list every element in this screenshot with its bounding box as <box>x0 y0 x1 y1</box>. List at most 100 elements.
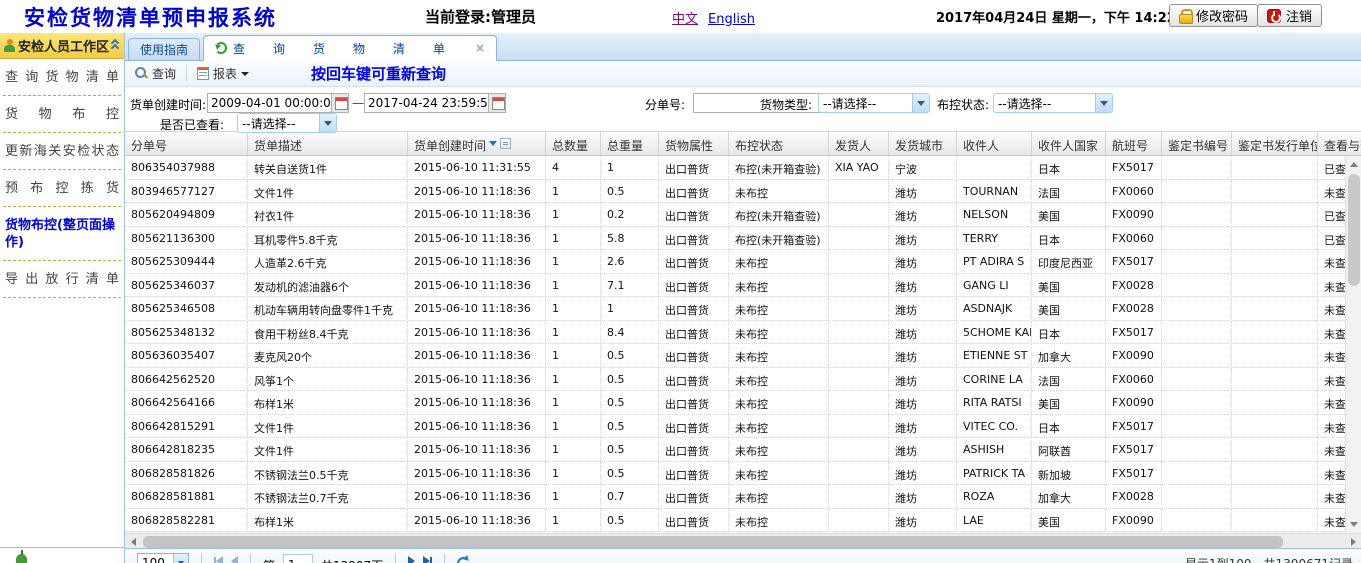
table-cell: 2015-06-10 11:18:36 <box>408 203 546 226</box>
table-cell: 2015-06-10 11:18:36 <box>408 509 546 532</box>
column-header-label: 航班号 <box>1112 137 1148 154</box>
first-page-button[interactable] <box>214 556 223 563</box>
table-row[interactable]: 806642815291文件1件2015-06-10 11:18:3610.5出… <box>125 415 1361 439</box>
horizontal-scroll-thumb[interactable] <box>143 536 1283 548</box>
column-header[interactable]: 货物属性 <box>659 132 729 155</box>
lang-chinese-link[interactable]: 中文 <box>672 12 698 27</box>
control-status-select[interactable]: --请选择-- <box>993 93 1113 113</box>
refresh-page-icon[interactable] <box>457 557 470 563</box>
scroll-up-icon[interactable] <box>1346 156 1361 172</box>
calendar-icon[interactable] <box>488 94 505 112</box>
table-cell: 潍坊 <box>889 344 957 367</box>
table-cell: 0.5 <box>601 462 659 485</box>
table-cell: 加拿大 <box>1032 344 1106 367</box>
page-size-value: 100 <box>138 556 173 563</box>
report-icon <box>197 67 209 80</box>
table-cell: 布控(未开箱查验) <box>729 156 829 179</box>
table-row[interactable]: 805621136300耳机零件5.8千克2015-06-10 11:18:36… <box>125 227 1361 251</box>
last-page-button[interactable] <box>423 556 432 563</box>
table-row[interactable]: 805620494809衬衣1件2015-06-10 11:18:3610.2出… <box>125 203 1361 227</box>
sidebar-item[interactable]: 查询货物清单 <box>3 59 121 96</box>
column-header[interactable]: 鉴定书编号 <box>1162 132 1232 155</box>
table-cell: 出口普货 <box>659 250 729 273</box>
tab-user-guide[interactable]: 使用指南 <box>128 38 200 60</box>
table-row[interactable]: 806642562520风筝1个2015-06-10 11:18:3610.5出… <box>125 368 1361 392</box>
refresh-icon[interactable] <box>215 42 227 54</box>
sidebar-header[interactable]: 安检人员工作区 <box>0 33 124 59</box>
column-menu-icon[interactable] <box>500 138 511 149</box>
date-from-input[interactable]: 2009-04-01 00:00:00 <box>207 93 349 113</box>
table-cell: 2015-06-10 11:18:36 <box>408 227 546 250</box>
table-cell <box>1232 227 1318 250</box>
query-button[interactable]: 查询 <box>132 63 179 84</box>
column-header[interactable]: 货单创建时间 <box>408 132 546 155</box>
table-row[interactable]: 805625309444人造革2.6千克2015-06-10 11:18:361… <box>125 250 1361 274</box>
calendar-icon[interactable] <box>331 94 348 112</box>
close-icon[interactable]: × <box>475 41 485 55</box>
table-cell: 0.5 <box>601 368 659 391</box>
column-header[interactable]: 查看与否 <box>1318 132 1361 155</box>
table-row[interactable]: 805625348132食用干粉丝8.4千克2015-06-10 11:18:3… <box>125 321 1361 345</box>
sidebar-item[interactable]: 货物布控 <box>3 96 121 133</box>
column-header[interactable]: 布控状态 <box>729 132 829 155</box>
column-header[interactable]: 货单描述 <box>248 132 408 155</box>
scroll-down-icon[interactable] <box>1346 517 1361 533</box>
column-header[interactable]: 收件人 <box>957 132 1032 155</box>
next-page-button[interactable] <box>408 556 415 563</box>
scroll-right-icon[interactable] <box>1346 534 1361 549</box>
table-cell: 不锈钢法兰0.5千克 <box>248 462 408 485</box>
column-header[interactable]: 鉴定书发行单位 <box>1232 132 1318 155</box>
column-header[interactable]: 总重量 <box>601 132 659 155</box>
change-password-button[interactable]: 修改密码 <box>1169 4 1258 27</box>
table-row[interactable]: 805625346508机动车辆用转向盘零件1千克2015-06-10 11:1… <box>125 297 1361 321</box>
page-size-select[interactable]: 100 <box>137 553 189 563</box>
horizontal-scrollbar[interactable] <box>125 533 1361 548</box>
column-header[interactable]: 发货人 <box>829 132 889 155</box>
table-cell: 出口普货 <box>659 227 729 250</box>
table-cell: 7.1 <box>601 274 659 297</box>
prev-page-button[interactable] <box>231 556 238 563</box>
viewed-select[interactable]: --请选择-- <box>237 113 337 133</box>
table-row[interactable]: 806828581826不锈钢法兰0.5千克2015-06-10 11:18:3… <box>125 462 1361 486</box>
report-button[interactable]: 报表 <box>194 63 252 84</box>
table-cell: 加拿大 <box>1032 485 1106 508</box>
sidebar-item[interactable]: 预布控拣货 <box>3 170 121 207</box>
vertical-scrollbar[interactable] <box>1345 156 1361 533</box>
sidebar-item[interactable]: 更新海关安检状态 <box>3 133 121 170</box>
table-cell: 未布控 <box>729 274 829 297</box>
tab-query-cargo-list[interactable]: 查询货物清单 × <box>203 35 497 61</box>
lang-english-link[interactable]: English <box>708 12 755 27</box>
column-header[interactable]: 分单号 <box>125 132 248 155</box>
sidebar-item[interactable]: 导出放行清单 <box>3 261 121 298</box>
table-row[interactable]: 803946577127文件1件2015-06-10 11:18:3610.5出… <box>125 180 1361 204</box>
table-row[interactable]: 806642818235文件1件2015-06-10 11:18:3610.5出… <box>125 438 1361 462</box>
table-row[interactable]: 806828581881不锈钢法兰0.7千克2015-06-10 11:18:3… <box>125 485 1361 509</box>
table-row[interactable]: 805636035407麦克风20个2015-06-10 11:18:3610.… <box>125 344 1361 368</box>
table-row[interactable]: 806642564166布样1米2015-06-10 11:18:3610.5出… <box>125 391 1361 415</box>
table-cell: 未布控 <box>729 391 829 414</box>
cargo-type-select[interactable]: --请选择-- <box>818 93 930 113</box>
table-cell: 1 <box>601 156 659 179</box>
column-header[interactable]: 收件人国家 <box>1032 132 1106 155</box>
column-header[interactable]: 发货城市 <box>889 132 957 155</box>
table-cell <box>1162 227 1232 250</box>
sidebar-item[interactable]: 货物布控(整页面操作) <box>3 207 121 261</box>
vertical-scroll-thumb[interactable] <box>1348 174 1360 286</box>
scroll-left-icon[interactable] <box>125 534 140 549</box>
logout-button[interactable]: 注销 <box>1257 4 1322 27</box>
table-cell: 1 <box>546 509 601 532</box>
table-cell: 出口普货 <box>659 391 729 414</box>
table-row[interactable]: 806354037988转关自送货1件2015-06-10 11:31:5541… <box>125 156 1361 180</box>
table-cell: 2015-06-10 11:18:36 <box>408 250 546 273</box>
date-to-input[interactable]: 2017-04-24 23:59:59 <box>364 93 506 113</box>
column-header[interactable]: 航班号 <box>1106 132 1162 155</box>
column-header[interactable]: 总数量 <box>546 132 601 155</box>
collapse-up-icon[interactable] <box>111 40 121 52</box>
table-row[interactable]: 806828582281布样1米2015-06-10 11:18:3610.5出… <box>125 509 1361 533</box>
page-number-input[interactable]: 1 <box>283 554 313 563</box>
table-cell: 不锈钢法兰0.7千克 <box>248 485 408 508</box>
table-cell: 806828582281 <box>125 509 248 532</box>
table-cell <box>1162 485 1232 508</box>
tab-label: 查询货物清单 <box>233 40 473 57</box>
table-row[interactable]: 805625346037发动机的滤油器6个2015-06-10 11:18:36… <box>125 274 1361 298</box>
